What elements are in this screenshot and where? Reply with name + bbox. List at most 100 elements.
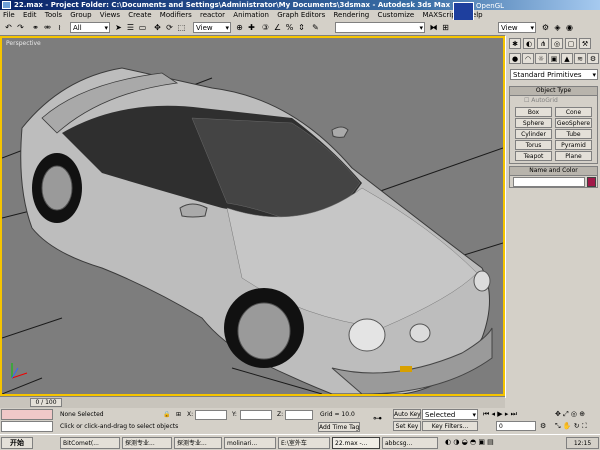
autogrid-checkbox[interactable]: ☐ AutoGrid bbox=[524, 96, 558, 106]
rotate-icon[interactable]: ⟳ bbox=[164, 22, 175, 33]
taskbar-item-active[interactable]: 22.max -... bbox=[332, 437, 380, 449]
menu-animation[interactable]: Animation bbox=[233, 11, 269, 19]
object-type-title[interactable]: Object Type bbox=[510, 87, 597, 96]
taskbar-item[interactable]: E:\室外车 bbox=[278, 437, 330, 449]
render-icon[interactable]: ◈ bbox=[552, 22, 563, 33]
set-key-button[interactable]: Set Key bbox=[393, 421, 421, 431]
system-tray-icons[interactable]: ◐ ◑ ◒ ◓ ▣ ▤ bbox=[445, 438, 494, 446]
scale-icon[interactable]: ⬚ bbox=[176, 22, 187, 33]
viewport-navigation-icons-2[interactable]: ⤡ ✋ ↻ ⛶ bbox=[555, 421, 587, 431]
lock-selection-icon[interactable]: 🔒 bbox=[163, 410, 170, 420]
current-frame-field[interactable]: 0 bbox=[496, 421, 536, 431]
sphere-button[interactable]: Sphere bbox=[515, 118, 552, 128]
menu-modifiers[interactable]: Modifiers bbox=[160, 11, 192, 19]
percent-snap-icon[interactable]: % bbox=[284, 22, 295, 33]
rect-region-icon[interactable]: ▭ bbox=[137, 22, 148, 33]
create-tab-icon[interactable]: ✱ bbox=[509, 38, 521, 49]
snap-icon[interactable]: ③ bbox=[260, 22, 271, 33]
name-color-title[interactable]: Name and Color bbox=[510, 167, 597, 176]
modify-tab-icon[interactable]: ◐ bbox=[523, 38, 535, 49]
time-slider[interactable]: 0 / 100 bbox=[30, 398, 62, 407]
cylinder-button[interactable]: Cylinder bbox=[515, 129, 552, 139]
motion-tab-icon[interactable]: ◎ bbox=[551, 38, 563, 49]
set-key-icon[interactable]: ⊶ bbox=[373, 414, 382, 424]
menu-tools[interactable]: Tools bbox=[45, 11, 62, 19]
mirror-icon[interactable]: ⧓ bbox=[428, 22, 439, 33]
geometry-icon[interactable]: ● bbox=[509, 53, 521, 64]
taskbar-item[interactable]: BitComet(... bbox=[60, 437, 120, 449]
select-object-icon[interactable]: ➤ bbox=[113, 22, 124, 33]
viewport-dropdown[interactable]: View bbox=[498, 22, 536, 33]
y-coordinate-field[interactable] bbox=[240, 410, 272, 420]
viewport-navigation-icons[interactable]: ✥ ⤢ ◎ ⊕ bbox=[555, 409, 585, 419]
menu-views[interactable]: Views bbox=[100, 11, 120, 19]
playback-controls[interactable]: ⏮ ◂ ▶ ▸ ⏭ bbox=[483, 409, 517, 419]
z-coordinate-field[interactable] bbox=[285, 410, 313, 420]
reference-coordinate-dropdown[interactable]: View bbox=[193, 22, 231, 33]
selection-filter-dropdown[interactable]: All bbox=[70, 22, 110, 33]
key-filters-button[interactable]: Key Filters... bbox=[422, 421, 478, 431]
named-selection-dropdown[interactable] bbox=[335, 22, 425, 33]
quick-render-icon[interactable]: ◉ bbox=[564, 22, 575, 33]
menu-file[interactable]: File bbox=[3, 11, 15, 19]
menu-graph-editors[interactable]: Graph Editors bbox=[277, 11, 325, 19]
unlink-icon[interactable]: ⚮ bbox=[42, 22, 53, 33]
menu-group[interactable]: Group bbox=[70, 11, 91, 19]
spinner-snap-icon[interactable]: ⇕ bbox=[296, 22, 307, 33]
taskbar-item[interactable]: abbcsg... bbox=[382, 437, 438, 449]
key-mode-dropdown[interactable]: Selected bbox=[422, 409, 478, 420]
hierarchy-tab-icon[interactable]: ⋔ bbox=[537, 38, 549, 49]
angle-snap-icon[interactable]: ∠ bbox=[272, 22, 283, 33]
menu-create[interactable]: Create bbox=[128, 11, 151, 19]
lights-icon[interactable]: ☼ bbox=[535, 53, 547, 64]
maxscript-mini-listener[interactable] bbox=[1, 421, 53, 432]
utilities-tab-icon[interactable]: ⚒ bbox=[579, 38, 591, 49]
taskbar-item[interactable]: 探测专业... bbox=[174, 437, 222, 449]
named-selection-icon[interactable]: ✎ bbox=[310, 22, 321, 33]
shapes-icon[interactable]: ◠ bbox=[522, 53, 534, 64]
cone-button[interactable]: Cone bbox=[555, 107, 592, 117]
menu-reactor[interactable]: reactor bbox=[200, 11, 225, 19]
menu-customize[interactable]: Customize bbox=[377, 11, 414, 19]
redo-icon[interactable]: ↷ bbox=[15, 22, 26, 33]
move-icon[interactable]: ✥ bbox=[152, 22, 163, 33]
plane-button[interactable]: Plane bbox=[555, 151, 592, 161]
main-toolbar: ↶ ↷ ⚭ ⚮ ≀ All ➤ ☰ ▭ ✥ ⟳ ⬚ View ⊕ ✚ ③ ∠ %… bbox=[0, 20, 573, 36]
select-by-name-icon[interactable]: ☰ bbox=[125, 22, 136, 33]
add-time-tag-button[interactable]: Add Time Tag bbox=[318, 422, 360, 432]
auto-key-button[interactable]: Auto Key bbox=[393, 409, 421, 419]
start-button[interactable]: 开始 bbox=[1, 437, 33, 449]
spacewarps-icon[interactable]: ≋ bbox=[574, 53, 586, 64]
pyramid-button[interactable]: Pyramid bbox=[555, 140, 592, 150]
absolute-mode-icon[interactable]: ⊞ bbox=[176, 410, 181, 420]
undo-icon[interactable]: ↶ bbox=[3, 22, 14, 33]
tube-button[interactable]: Tube bbox=[555, 129, 592, 139]
x-coordinate-field[interactable] bbox=[195, 410, 227, 420]
pivot-icon[interactable]: ⊕ bbox=[234, 22, 245, 33]
cameras-icon[interactable]: ▣ bbox=[548, 53, 560, 64]
menu-edit[interactable]: Edit bbox=[23, 11, 37, 19]
align-icon[interactable]: ⊞ bbox=[440, 22, 451, 33]
torus-button[interactable]: Torus bbox=[515, 140, 552, 150]
box-button[interactable]: Box bbox=[515, 107, 552, 117]
manipulate-icon[interactable]: ✚ bbox=[246, 22, 257, 33]
time-config-icon[interactable]: ⚙ bbox=[540, 421, 546, 431]
systems-icon[interactable]: ⚙ bbox=[587, 53, 599, 64]
menu-rendering[interactable]: Rendering bbox=[334, 11, 370, 19]
render-setup-icon[interactable]: ⚙ bbox=[540, 22, 551, 33]
geosphere-button[interactable]: GeoSphere bbox=[555, 118, 592, 128]
object-name-field[interactable] bbox=[513, 177, 585, 187]
bind-spacewarp-icon[interactable]: ≀ bbox=[54, 22, 65, 33]
link-icon[interactable]: ⚭ bbox=[30, 22, 41, 33]
perspective-viewport[interactable]: Perspective bbox=[0, 36, 505, 396]
teapot-button[interactable]: Teapot bbox=[515, 151, 552, 161]
category-dropdown[interactable]: Standard Primitives bbox=[510, 69, 598, 80]
maxscript-listener[interactable] bbox=[1, 409, 53, 420]
object-color-swatch[interactable] bbox=[587, 177, 596, 187]
taskbar-item[interactable]: 探测专业... bbox=[122, 437, 172, 449]
autogrid-label: AutoGrid bbox=[531, 97, 558, 104]
helpers-icon[interactable]: ▲ bbox=[561, 53, 573, 64]
windows-taskbar: 开始 BitComet(... 探测专业... 探测专业... molinari… bbox=[0, 434, 600, 450]
taskbar-item[interactable]: molinari... bbox=[224, 437, 276, 449]
display-tab-icon[interactable]: ▢ bbox=[565, 38, 577, 49]
